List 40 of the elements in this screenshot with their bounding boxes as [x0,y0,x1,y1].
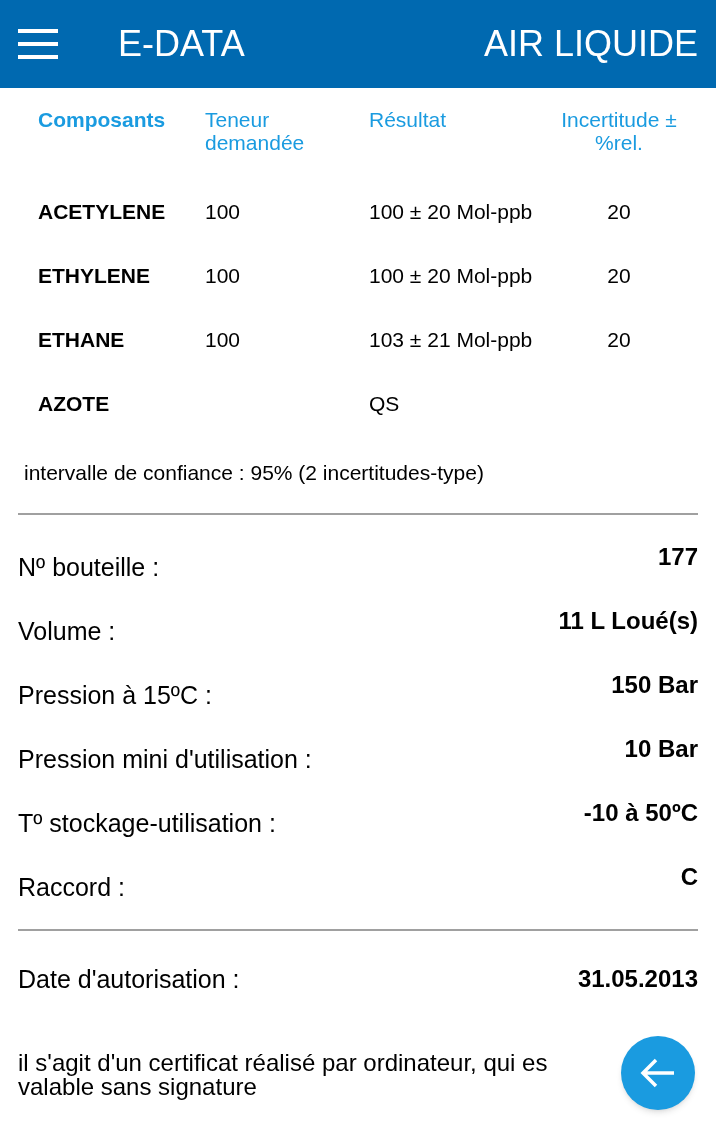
table-cell: 100 [205,328,241,351]
detail-label: Pression mini d'utilisation : [18,744,312,775]
column-header: Teneur demandée [205,108,306,156]
table-cell: 20 [607,264,631,287]
detail-value: 150 Bar [611,670,698,700]
component-name: AZOTE [38,391,111,417]
detail-value: 177 [657,542,698,572]
column-header: Résultat [369,108,448,133]
menu-icon[interactable] [18,29,58,59]
table-cell: QS [369,392,400,415]
brand-name: AIR LIQUIDE [483,22,698,66]
component-name: ETHANE [38,327,126,353]
table-cell: 100 [205,264,241,287]
detail-value: 10 Bar [624,734,698,764]
detail-value: -10 à 50ºC [583,798,698,828]
detail-label: Pression à 15ºC : [18,680,212,711]
column-header: Composants [38,108,167,133]
component-name: ACETYLENE [38,199,167,225]
detail-value: C [680,862,698,892]
table-cell: 20 [607,200,631,223]
authorization-label: Date d'autorisation : [18,964,240,995]
footer-note-line: il s'agit d'un certificat réalisé par ordinateur, qui es [18,1050,548,1075]
confidence-note: intervalle de confiance : 95% (2 incertitudes-type) [24,461,484,484]
table-cell: 100 ± 20 Mol-ppb [369,264,533,287]
table-cell: 100 ± 20 Mol-ppb [369,200,533,223]
component-name: ETHYLENE [38,263,151,289]
authorization-date: 31.05.2013 [577,964,698,994]
detail-value: 11 L Loué(s) [558,606,698,636]
back-arrow-icon [640,1058,676,1088]
column-header: Incertitude ± %rel. [560,108,678,156]
detail-label: Raccord : [18,872,125,903]
table-cell: 20 [607,328,631,351]
table-cell: 100 [205,200,241,223]
footer-note-line: valable sans signature [18,1074,257,1099]
detail-label: Volume : [18,616,116,647]
detail-label: Nº bouteille : [18,552,160,583]
detail-label: Tº stockage-utilisation : [18,808,276,839]
table-cell: 103 ± 21 Mol-ppb [369,328,533,351]
back-button[interactable] [621,1036,695,1110]
app-title: E-DATA [118,22,245,66]
